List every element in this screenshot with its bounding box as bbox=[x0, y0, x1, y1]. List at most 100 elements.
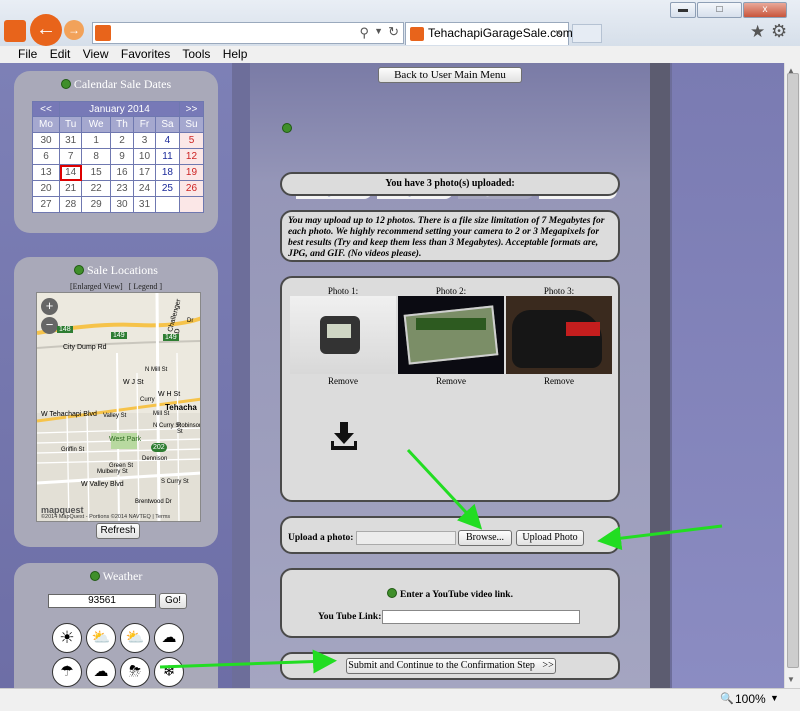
zip-input[interactable]: 93561 bbox=[48, 594, 156, 608]
scroll-thumb[interactable] bbox=[787, 73, 799, 668]
refresh-icon[interactable]: ↻ bbox=[388, 24, 399, 40]
calendar-day[interactable]: 18 bbox=[154, 164, 180, 181]
remove-photo-3-link[interactable]: Remove bbox=[506, 376, 612, 386]
map-label: 202 bbox=[151, 443, 167, 452]
calendar-day[interactable]: 30 bbox=[110, 196, 134, 213]
youtube-link-input[interactable] bbox=[382, 610, 580, 624]
calendar-day[interactable] bbox=[154, 196, 180, 213]
gear-icon[interactable]: ⚙ bbox=[771, 21, 787, 42]
remove-photo-1-link[interactable]: Remove bbox=[290, 376, 396, 386]
calendar-day[interactable]: 1 bbox=[81, 132, 112, 149]
menu-view[interactable]: View bbox=[83, 47, 109, 61]
calendar-day[interactable]: 3 bbox=[132, 132, 156, 149]
calendar-day[interactable]: 24 bbox=[132, 180, 156, 197]
calendar-day[interactable]: 30 bbox=[31, 132, 61, 149]
calendar-day[interactable]: 2 bbox=[110, 132, 134, 149]
info-icon bbox=[74, 265, 84, 275]
calendar-day[interactable]: 13 bbox=[31, 164, 61, 181]
calendar-day[interactable]: 29 bbox=[81, 196, 112, 213]
weather-panel: Weather bbox=[14, 563, 218, 688]
calendar-day[interactable]: 5 bbox=[178, 132, 205, 149]
calendar-day[interactable]: 15 bbox=[81, 164, 112, 181]
map-label: Curry bbox=[140, 397, 155, 403]
calendar-day[interactable]: 9 bbox=[110, 148, 134, 165]
address-bar[interactable]: ⚲ ▼ ↻ bbox=[92, 22, 404, 44]
dropdown-icon[interactable]: ▼ bbox=[374, 26, 383, 36]
browser-tab[interactable]: TehachapiGarageSale.com × bbox=[405, 22, 573, 45]
photo-gallery: Photo 1: Photo 2: Photo 3: Remove Remove… bbox=[280, 276, 620, 502]
forward-arrow-icon[interactable]: → bbox=[64, 20, 84, 40]
map-label: Green St bbox=[109, 463, 134, 469]
menu-tools[interactable]: Tools bbox=[182, 47, 210, 61]
scroll-down-icon[interactable]: ▼ bbox=[787, 675, 795, 684]
photo-thumbnail-3 bbox=[506, 296, 612, 374]
map-label: Dennison bbox=[142, 456, 168, 462]
calendar-day[interactable]: 10 bbox=[132, 148, 156, 165]
calendar-day[interactable]: 31 bbox=[59, 132, 83, 149]
prev-month-link[interactable]: << bbox=[31, 101, 61, 117]
dow-fr: Fr bbox=[132, 116, 156, 133]
calendar-day[interactable]: 28 bbox=[59, 196, 83, 213]
map-copyright: ©2014 MapQuest - Portions ©2014 NAVTEQ |… bbox=[41, 514, 171, 520]
next-month-link[interactable]: >> bbox=[178, 101, 205, 117]
favorites-star-icon[interactable]: ★ bbox=[750, 22, 765, 42]
calendar-day[interactable]: 16 bbox=[110, 164, 134, 181]
calendar-day[interactable]: 23 bbox=[110, 180, 134, 197]
calendar-day[interactable]: 12 bbox=[178, 148, 205, 165]
maximize-button[interactable]: □ bbox=[697, 2, 742, 18]
zoom-in-button[interactable]: + bbox=[41, 298, 58, 315]
zoom-dropdown-icon[interactable]: ▼ bbox=[770, 693, 779, 703]
menu-favorites[interactable]: Favorites bbox=[121, 47, 170, 61]
calendar-day[interactable]: 21 bbox=[59, 180, 83, 197]
calendar-day[interactable]: 25 bbox=[154, 180, 180, 197]
calendar-day[interactable]: 6 bbox=[31, 148, 61, 165]
refresh-map-button[interactable]: Refresh bbox=[96, 523, 140, 539]
photo-thumbnail-1 bbox=[290, 296, 396, 374]
map-label: 149 bbox=[163, 334, 179, 341]
close-button[interactable]: x bbox=[743, 2, 787, 18]
sale-locations-map[interactable]: + − 148 149 149 City Dump Rd Challenger … bbox=[36, 292, 201, 522]
calendar-day[interactable]: 11 bbox=[154, 148, 180, 165]
dow-sa: Sa bbox=[154, 116, 180, 133]
menu-edit[interactable]: Edit bbox=[50, 47, 71, 61]
vertical-scrollbar[interactable]: ▲ ▼ bbox=[784, 63, 800, 688]
photo-label: Photo 2: bbox=[435, 286, 467, 296]
back-arrow-icon[interactable]: ← bbox=[30, 14, 62, 46]
upload-info-text: You may upload up to 12 photos. There is… bbox=[280, 210, 620, 262]
zoom-level[interactable]: 100% bbox=[735, 692, 766, 706]
dow-tu: Tu bbox=[59, 116, 83, 133]
photo-label: Photo 3: bbox=[543, 286, 575, 296]
menu-file[interactable]: File bbox=[18, 47, 37, 61]
go-button[interactable]: Go! bbox=[159, 593, 187, 609]
browse-button[interactable]: Browse... bbox=[458, 530, 512, 546]
minimize-button[interactable]: ▬ bbox=[670, 2, 696, 18]
calendar-day[interactable]: 7 bbox=[59, 148, 83, 165]
calendar-day[interactable]: 27 bbox=[31, 196, 61, 213]
calendar-day[interactable]: 31 bbox=[132, 196, 156, 213]
calendar-day[interactable]: 4 bbox=[154, 132, 180, 149]
file-path-input[interactable] bbox=[356, 531, 456, 545]
remove-photo-2-link[interactable]: Remove bbox=[398, 376, 504, 386]
enlarged-view-link[interactable]: [Enlarged View] bbox=[70, 282, 123, 291]
calendar-month: January 2014 bbox=[59, 101, 180, 117]
back-to-main-menu-button[interactable]: Back to User Main Menu bbox=[378, 67, 522, 83]
calendar-day[interactable]: 20 bbox=[31, 180, 61, 197]
upload-photo-button[interactable]: Upload Photo bbox=[516, 530, 584, 546]
zoom-out-button[interactable]: − bbox=[41, 317, 58, 334]
menu-help[interactable]: Help bbox=[223, 47, 248, 61]
calendar-day[interactable]: 26 bbox=[178, 180, 205, 197]
calendar-day[interactable]: 22 bbox=[81, 180, 112, 197]
search-icon[interactable]: ⚲ bbox=[359, 25, 369, 41]
calendar-day[interactable] bbox=[178, 196, 205, 213]
cloudy-icon: ☁ bbox=[154, 623, 184, 653]
calendar-day[interactable]: 17 bbox=[132, 164, 156, 181]
legend-link[interactable]: [ Legend ] bbox=[129, 282, 162, 291]
tab-close-icon[interactable]: × bbox=[555, 26, 562, 40]
map-label: N Mill St bbox=[145, 367, 168, 373]
calendar-day[interactable]: 8 bbox=[81, 148, 112, 165]
calendar-table: << January 2014 >> Mo Tu We Th Fr Sa Su 30 31 1 2 3 4… bbox=[31, 101, 205, 213]
new-tab-button[interactable] bbox=[572, 24, 602, 43]
calendar-day[interactable]: 19 bbox=[178, 164, 205, 181]
submit-continue-button[interactable]: Submit and Continue to the Confirmation … bbox=[346, 658, 556, 674]
calendar-day-today[interactable]: 14 bbox=[59, 164, 83, 181]
